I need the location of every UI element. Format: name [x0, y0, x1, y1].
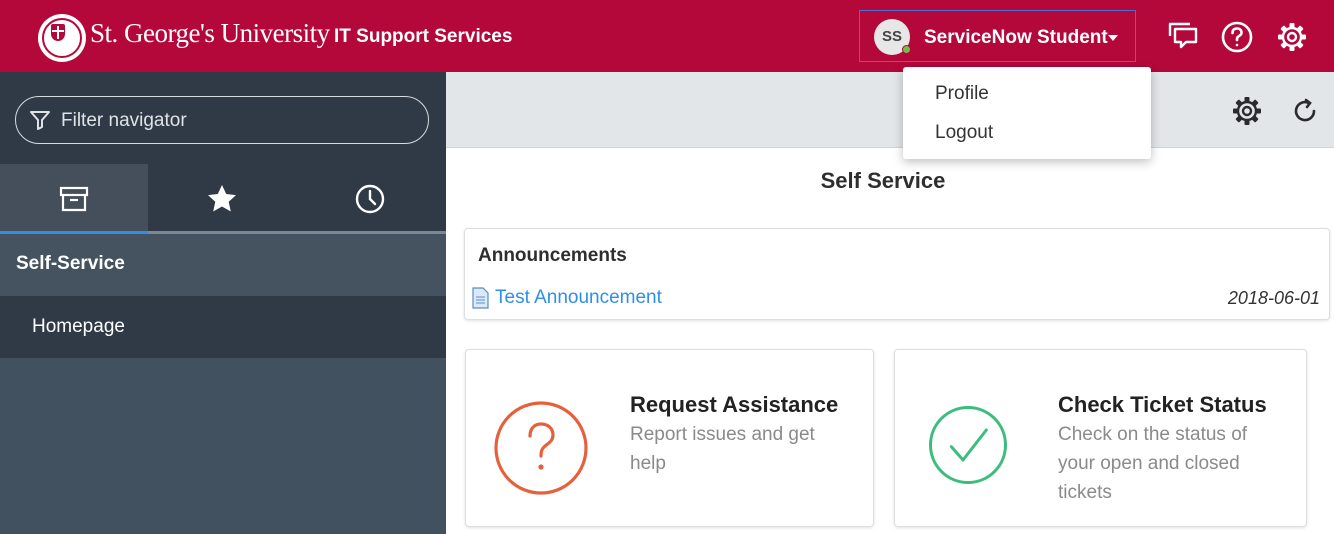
app-title[interactable]: IT Support Services [334, 26, 512, 48]
star-icon [208, 185, 236, 212]
tab-all-applications[interactable] [0, 164, 148, 234]
archive-icon [59, 186, 89, 212]
tab-history[interactable] [296, 164, 444, 234]
user-dropdown-menu: Profile Logout [903, 67, 1151, 159]
settings-icon[interactable] [1275, 20, 1309, 54]
sidebar-section-self-service[interactable]: Self-Service [0, 234, 446, 296]
announcement-link[interactable]: Test Announcement [495, 287, 662, 309]
clock-icon [355, 184, 385, 214]
help-icon[interactable] [1220, 20, 1254, 54]
sidebar-tabs [0, 164, 446, 234]
sidebar: Filter navigator Self-Service Homepage [0, 72, 446, 534]
document-icon [472, 287, 489, 309]
filter-placeholder: Filter navigator [61, 110, 187, 131]
dropdown-item-profile[interactable]: Profile [935, 83, 989, 105]
filter-navigator-input[interactable]: Filter navigator [15, 96, 429, 144]
tile-title: Request Assistance [630, 392, 839, 417]
check-circle-icon [928, 405, 1008, 485]
sidebar-search-area: Filter navigator [0, 72, 446, 164]
page-settings-icon[interactable] [1230, 94, 1264, 128]
announcements-widget: Announcements Test Announcement 2018-06-… [464, 228, 1330, 320]
content-toolbar [446, 72, 1334, 148]
tab-favorites[interactable] [148, 164, 296, 234]
top-header: St. George's University IT Support Servi… [0, 0, 1334, 72]
announcement-date: 2018-06-01 [1227, 288, 1320, 308]
tile-description: Report issues and get help [630, 424, 815, 474]
dropdown-item-logout[interactable]: Logout [935, 122, 993, 144]
section-label: Self-Service [16, 253, 125, 274]
user-name: ServiceNow Student [924, 27, 1108, 48]
announcements-title: Announcements [478, 245, 627, 266]
chat-icon[interactable] [1166, 20, 1200, 54]
tile-title: Check Ticket Status [1058, 392, 1267, 417]
sidebar-item-label: Homepage [32, 316, 125, 337]
request-assistance-tile[interactable]: Request Assistance Report issues and get… [465, 349, 874, 527]
brand-name[interactable]: St. George's University [90, 18, 330, 49]
university-logo-icon[interactable] [38, 14, 86, 62]
filter-icon [30, 111, 50, 130]
page-title: Self Service [820, 168, 946, 193]
online-status-icon [902, 45, 911, 54]
question-circle-icon [493, 400, 589, 496]
refresh-icon[interactable] [1288, 94, 1322, 128]
check-ticket-status-tile[interactable]: Check Ticket Status Check on the status … [894, 349, 1307, 527]
sidebar-item-homepage[interactable]: Homepage [0, 296, 446, 358]
caret-down-icon [1108, 35, 1118, 41]
tile-description: Check on the status of your open and clo… [1058, 424, 1248, 503]
main-content: Self Service Announcements Test Announce… [446, 72, 1334, 534]
user-menu-button[interactable]: SS ServiceNow Student [859, 10, 1136, 62]
